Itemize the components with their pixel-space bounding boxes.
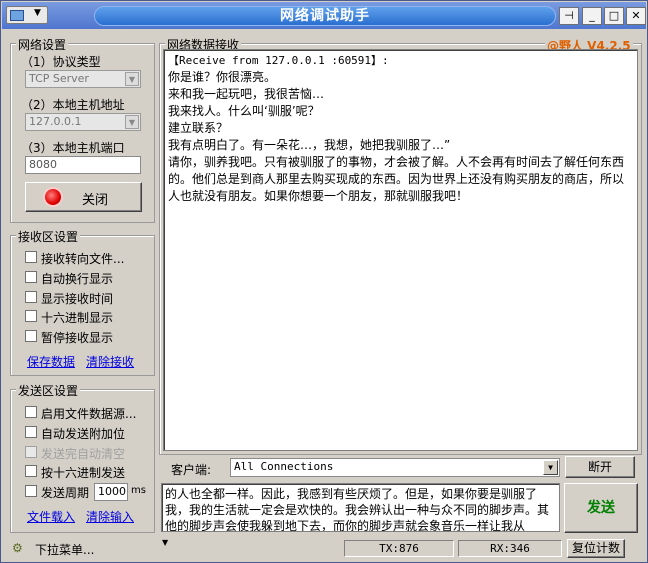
reset-count-button[interactable]: 复位计数: [567, 539, 625, 558]
option-show-time: 显示接收时间: [41, 292, 114, 306]
checkbox-auto-clear[interactable]: [25, 446, 37, 458]
status-light-icon: [45, 189, 61, 205]
disconnect-button[interactable]: 断开: [565, 456, 635, 478]
option-receive-to-file: 接收转向文件...: [41, 252, 125, 266]
send-button[interactable]: 发送: [564, 483, 638, 533]
checkbox-file-source[interactable]: [25, 406, 37, 418]
save-data-link[interactable]: 保存数据: [27, 353, 75, 370]
checkbox-show-time[interactable]: [25, 291, 37, 303]
chevron-down-icon: ▼: [34, 8, 41, 18]
receive-header-line: 【Receive from 127.0.0.1 :60591】:: [168, 54, 389, 67]
option-pause-display: 暂停接收显示: [41, 331, 114, 345]
receive-settings-title: 接收区设置: [16, 228, 81, 245]
host-value: 127.0.0.1: [29, 115, 82, 128]
chevron-down-icon: ▼: [125, 115, 139, 129]
checkbox-send-period[interactable]: [25, 485, 37, 497]
protocol-value: TCP Server: [29, 72, 89, 85]
maximize-icon: □: [608, 9, 620, 22]
pin-icon: ⊣: [564, 9, 574, 22]
clear-input-link[interactable]: 清除输入: [86, 508, 134, 525]
client-select[interactable]: All Connections ▼: [230, 458, 560, 477]
dropdown-menu-label[interactable]: 下拉菜单...: [35, 541, 94, 558]
system-menu-button[interactable]: ▼: [6, 6, 48, 24]
receive-line: 我来找人。什么叫‘驯服’呢？: [168, 104, 320, 118]
network-settings-group: 网络设置 （1）协议类型 TCP Server ▼ （2）本地主机地址 127.…: [10, 36, 155, 223]
send-settings-title: 发送区设置: [16, 382, 81, 399]
title-bar[interactable]: ▼ 网络调试助手 ⊣ _ □ ✕: [2, 2, 646, 29]
chevron-down-icon: ▼: [162, 538, 169, 547]
receive-line: 请你，驯养我吧。只有被驯服了的事物，才会被了解。人不会再有时间去了解任何东西的。…: [168, 155, 625, 203]
receive-line: 你是谁？你很漂亮。: [168, 70, 277, 84]
send-text-area[interactable]: 的人也全都一样。因此，我感到有些厌烦了。但是，如果你要是驯服了我，我的生活就一定…: [161, 483, 560, 532]
client-value: All Connections: [234, 460, 334, 473]
option-append-bit: 自动发送附加位: [41, 427, 126, 441]
window-title: 网络调试助手: [94, 6, 556, 26]
app-window: ▼ 网络调试助手 ⊣ _ □ ✕ 网络设置 （1）协议类型 TCP Server…: [0, 0, 648, 563]
minimize-button[interactable]: _: [582, 7, 602, 25]
option-hex-send: 按十六进制发送: [41, 466, 126, 480]
chevron-down-icon: ▼: [543, 460, 558, 475]
client-label: 客户端:: [171, 463, 212, 477]
option-auto-wrap: 自动换行显示: [41, 272, 114, 286]
checkbox-hex-send[interactable]: [25, 465, 37, 477]
option-auto-clear: 发送完自动清空: [41, 447, 126, 461]
host-select[interactable]: 127.0.0.1 ▼: [25, 113, 141, 131]
network-settings-title: 网络设置: [16, 36, 69, 53]
receive-line: 我有点明白了。有一朵花…，我想，她把我驯服了…”: [168, 138, 451, 152]
send-period-input[interactable]: 1000: [94, 483, 128, 501]
option-file-source: 启用文件数据源...: [41, 407, 137, 421]
host-label: （2）本地主机地址: [21, 98, 125, 112]
load-file-link[interactable]: 文件载入: [27, 508, 75, 525]
maximize-button[interactable]: □: [604, 7, 624, 25]
tx-counter: TX:876: [344, 540, 454, 557]
port-input[interactable]: 8080: [25, 156, 141, 174]
port-label: （3）本地主机端口: [21, 141, 125, 155]
checkbox-append-bit[interactable]: [25, 426, 37, 438]
send-period-label: 发送周期: [41, 486, 90, 500]
rx-counter: RX:346: [458, 540, 562, 557]
checkbox-auto-wrap[interactable]: [25, 271, 37, 283]
protocol-label: （1）协议类型: [21, 55, 101, 69]
protocol-select[interactable]: TCP Server ▼: [25, 70, 141, 88]
close-connection-button[interactable]: 关闭: [25, 182, 142, 212]
status-bar: ⚙ 下拉菜单... ▼ TX:876 RX:346 复位计数: [2, 538, 646, 562]
close-icon: ✕: [631, 9, 641, 22]
minimize-icon: _: [589, 9, 595, 22]
close-button[interactable]: ✕: [626, 7, 646, 25]
receive-line: 建立联系？: [168, 121, 229, 135]
close-connection-label: 关闭: [82, 193, 109, 208]
receive-text-area[interactable]: 【Receive from 127.0.0.1 :60591】: 你是谁？你很漂…: [163, 49, 638, 451]
receive-line: 来和我一起玩吧，我很苦恼…: [168, 87, 325, 101]
checkbox-pause-display[interactable]: [25, 330, 37, 342]
pin-button[interactable]: ⊣: [559, 7, 579, 25]
chevron-down-icon: ▼: [125, 72, 139, 86]
send-period-unit: ms: [131, 485, 146, 496]
checkbox-receive-to-file[interactable]: [25, 251, 37, 263]
clear-receive-link[interactable]: 清除接收: [86, 353, 134, 370]
dropdown-menu-icon[interactable]: ⚙: [12, 541, 26, 555]
checkbox-hex-display[interactable]: [25, 310, 37, 322]
app-icon: [10, 10, 24, 21]
option-hex-display: 十六进制显示: [41, 311, 114, 325]
